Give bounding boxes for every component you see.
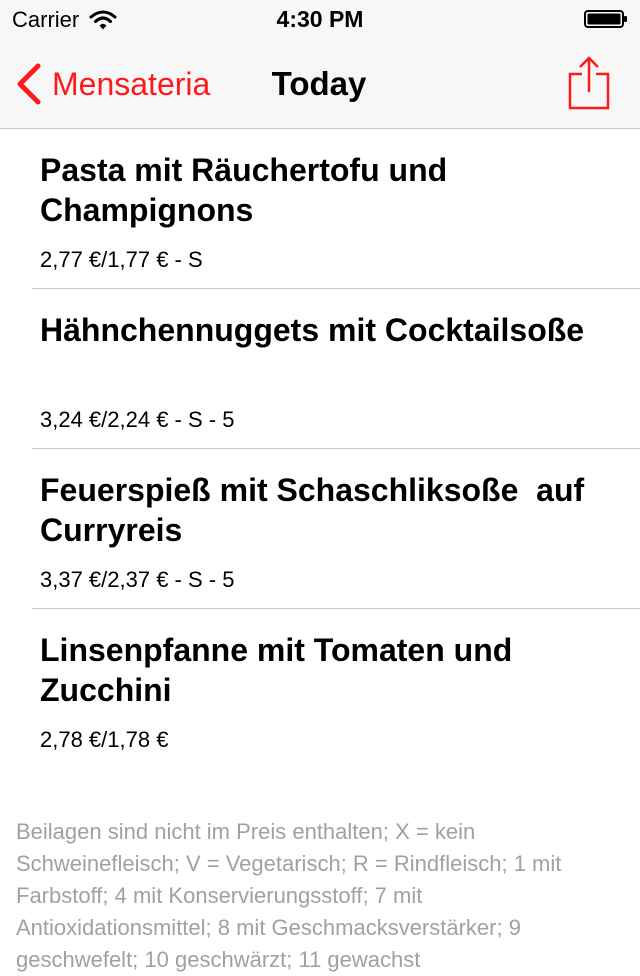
share-icon[interactable] (568, 54, 610, 110)
meal-list: Pasta mit Räuchertofu und Champignons 2,… (0, 129, 640, 769)
meal-price: 3,37 €/2,37 € - S - 5 (40, 567, 235, 592)
meal-title: Pasta mit Räuchertofu und Champignons (40, 152, 457, 228)
meal-row[interactable]: Hähnchennuggets mit Cocktailsoße 3,24 €/… (0, 289, 640, 449)
meal-row[interactable]: Linsenpfanne mit Tomaten und Zucchini 2,… (0, 609, 640, 769)
meal-price: 3,24 €/2,24 € - S - 5 (40, 407, 235, 432)
status-bar: Carrier 4:30 PM (0, 0, 640, 40)
meal-row[interactable]: Pasta mit Räuchertofu und Champignons 2,… (0, 129, 640, 289)
page-title-text: Today (271, 65, 367, 102)
back-button-label: Mensateria (52, 66, 211, 102)
battery-icon (584, 10, 627, 28)
meal-title: Hähnchennuggets mit Cocktailsoße (40, 312, 585, 348)
status-time: 4:30 PM (276, 6, 364, 32)
meal-row[interactable]: Feuerspieß mit Schaschliksoße auf Curryr… (0, 449, 640, 609)
chevron-left-icon (17, 63, 41, 105)
meal-price: 2,77 €/1,77 € - S (40, 247, 203, 272)
back-button[interactable]: Mensateria (14, 62, 210, 106)
navigation-bar: Mensateria Today (0, 40, 640, 129)
legend-footer: Beilagen sind nicht im Preis enthalten; … (16, 819, 562, 972)
meal-price: 2,78 €/1,78 € (40, 727, 169, 752)
meal-title: Linsenpfanne mit Tomaten und Zucchini (40, 632, 522, 708)
meal-title: Feuerspieß mit Schaschliksoße auf Curryr… (40, 472, 594, 548)
